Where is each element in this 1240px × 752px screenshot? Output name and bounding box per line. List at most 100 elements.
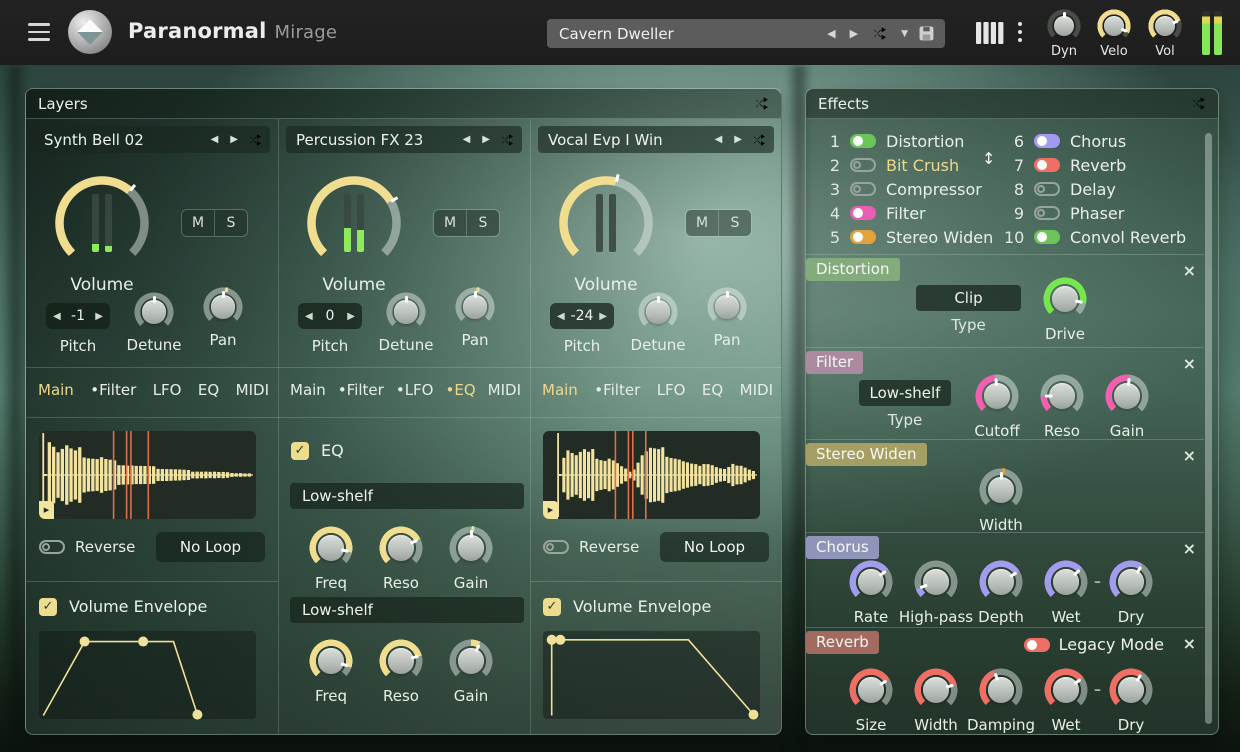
effect-row-filter[interactable]: 4Filter	[820, 205, 993, 221]
vol-knob[interactable]	[1148, 9, 1182, 43]
reorder-drag-icon[interactable]: ↕	[982, 149, 995, 168]
layer2-eq2-gain-knob[interactable]: Gain	[449, 639, 493, 683]
compressor-toggle[interactable]	[850, 182, 876, 196]
pitch-up-icon[interactable]: ▶	[599, 311, 607, 322]
layer1-volume-envelope-editor[interactable]	[39, 631, 256, 719]
effect-row-chorus[interactable]: 6Chorus	[1004, 133, 1186, 149]
layer3-pan-knob[interactable]: Pan	[707, 287, 747, 327]
layer2-eq2-freq-knob[interactable]: Freq	[309, 639, 353, 683]
preset-next-button[interactable]: ▶	[843, 27, 865, 40]
bit-crush-toggle[interactable]	[850, 158, 876, 172]
layer1-tab-main[interactable]: Main	[38, 381, 74, 399]
layer1-tab-eq[interactable]: EQ	[198, 381, 219, 399]
effects-random-icon[interactable]	[1191, 96, 1206, 111]
layer3-tab-midi[interactable]: MIDI	[740, 381, 773, 399]
layer2-tab-lfo[interactable]: •LFO	[396, 381, 434, 399]
layer1-prev-sample-button[interactable]: ◀	[205, 134, 225, 145]
preset-dropdown-icon[interactable]: ▼	[894, 29, 915, 39]
dyn-knob[interactable]	[1047, 9, 1081, 43]
reverb-dry-knob[interactable]: Dry	[1109, 668, 1153, 712]
layer3-tab-eq[interactable]: EQ	[702, 381, 723, 399]
more-options-icon[interactable]	[1018, 22, 1022, 42]
keyboard-icon[interactable]	[976, 21, 1004, 45]
width-knob[interactable]: Width	[979, 468, 1023, 512]
pitch-up-icon[interactable]: ▶	[347, 311, 355, 322]
pitch-down-icon[interactable]: ◀	[557, 311, 565, 322]
layer3-loop-mode-button[interactable]: No Loop	[660, 532, 769, 562]
wet-dry-link[interactable]: –	[1094, 574, 1101, 590]
layer2-mute-button[interactable]: M	[434, 210, 467, 236]
drive-knob[interactable]: Drive	[1043, 277, 1087, 321]
layer2-eq2-reso-knob[interactable]: Reso	[379, 639, 423, 683]
layer1-reverse-toggle[interactable]	[39, 540, 65, 554]
effect-row-phaser[interactable]: 9Phaser	[1004, 205, 1186, 221]
legacy-mode-toggle[interactable]	[1024, 638, 1050, 652]
layer2-solo-button[interactable]: S	[467, 210, 499, 236]
effect-row-bit-crush[interactable]: 2Bit Crush	[820, 157, 993, 173]
chorus-toggle[interactable]	[1034, 134, 1060, 148]
preset-random-icon[interactable]	[872, 26, 887, 41]
layer1-mute-button[interactable]: M	[182, 210, 215, 236]
layer2-pitch-stepper[interactable]: ◀ 0 ▶	[298, 303, 362, 329]
layer3-volume-envelope-editor[interactable]	[543, 631, 760, 719]
rate-knob[interactable]: Rate	[849, 560, 893, 604]
preset-name[interactable]: Cavern Dweller	[547, 25, 820, 43]
layer1-pan-knob[interactable]: Pan	[203, 287, 243, 327]
layer3-envelope-checkbox[interactable]: ✓	[543, 598, 561, 616]
filter-gain-knob[interactable]: Gain	[1105, 374, 1149, 418]
layers-random-icon[interactable]	[754, 96, 769, 111]
layer2-tab-filter[interactable]: •Filter	[338, 381, 384, 399]
pitch-down-icon[interactable]: ◀	[53, 311, 61, 322]
layer2-eq1-freq-knob[interactable]: Freq	[309, 526, 353, 570]
phaser-toggle[interactable]	[1034, 206, 1060, 220]
layer2-eq1-reso-knob[interactable]: Reso	[379, 526, 423, 570]
layer3-solo-button[interactable]: S	[719, 210, 751, 236]
layer2-next-sample-button[interactable]: ▶	[476, 134, 496, 145]
layer3-detune-knob[interactable]: Detune	[638, 292, 678, 332]
size-knob[interactable]: Size	[849, 668, 893, 712]
distortion-toggle[interactable]	[850, 134, 876, 148]
layer1-name-bar[interactable]: Synth Bell 02 ◀ ▶	[34, 126, 270, 153]
delay-toggle[interactable]	[1034, 182, 1060, 196]
layer1-pitch-stepper[interactable]: ◀ -1 ▶	[46, 303, 110, 329]
layer3-random-sample-icon[interactable]	[752, 133, 766, 147]
reso-knob[interactable]: Reso	[1040, 374, 1084, 418]
layer1-tab-filter[interactable]: •Filter	[90, 381, 136, 399]
convol-reverb-toggle[interactable]	[1034, 230, 1060, 244]
distortion-close-icon[interactable]: ×	[1183, 261, 1196, 280]
reverb-toggle[interactable]	[1034, 158, 1060, 172]
stereo-widen-toggle[interactable]	[850, 230, 876, 244]
layer2-eq-band1-type-select[interactable]: Low-shelf	[290, 483, 524, 509]
effect-row-compressor[interactable]: 3Compressor	[820, 181, 993, 197]
layer2-tab-eq[interactable]: •EQ	[446, 381, 476, 399]
layer1-waveform-display[interactable]: ▶	[39, 431, 256, 519]
filter-type-select[interactable]: Low-shelf	[859, 380, 951, 406]
damping-knob[interactable]: Damping	[979, 668, 1023, 712]
layer3-tab-filter[interactable]: •Filter	[594, 381, 640, 399]
wet-dry-link[interactable]: –	[1094, 682, 1101, 698]
velo-knob[interactable]	[1097, 9, 1131, 43]
layer1-random-sample-icon[interactable]	[248, 133, 262, 147]
layer3-prev-sample-button[interactable]: ◀	[709, 134, 729, 145]
layer3-pitch-stepper[interactable]: ◀ -24 ▶	[550, 303, 614, 329]
effects-scrollbar[interactable]	[1205, 133, 1212, 724]
layer2-prev-sample-button[interactable]: ◀	[457, 134, 477, 145]
reverb-width-knob[interactable]: Width	[914, 668, 958, 712]
effect-row-delay[interactable]: 8Delay	[1004, 181, 1186, 197]
layer1-envelope-checkbox[interactable]: ✓	[39, 598, 57, 616]
effect-row-stereo-widen[interactable]: 5Stereo Widen	[820, 229, 993, 245]
layer2-volume-knob[interactable]: Volume	[304, 173, 404, 273]
layer3-mute-button[interactable]: M	[686, 210, 719, 236]
layer3-tab-lfo[interactable]: LFO	[657, 381, 686, 399]
layer1-tab-lfo[interactable]: LFO	[153, 381, 182, 399]
distortion-type-select[interactable]: Clip	[916, 285, 1021, 311]
layer2-random-sample-icon[interactable]	[500, 133, 514, 147]
layer1-solo-button[interactable]: S	[215, 210, 247, 236]
layer2-name-bar[interactable]: Percussion FX 23 ◀ ▶	[286, 126, 522, 153]
chorus-close-icon[interactable]: ×	[1183, 539, 1196, 558]
chorus-wet-knob[interactable]: Wet	[1044, 560, 1088, 604]
effect-row-convol-reverb[interactable]: 10Convol Reverb	[1004, 229, 1186, 245]
reverb-wet-knob[interactable]: Wet	[1044, 668, 1088, 712]
preset-prev-button[interactable]: ◀	[820, 27, 842, 40]
depth-knob[interactable]: Depth	[979, 560, 1023, 604]
